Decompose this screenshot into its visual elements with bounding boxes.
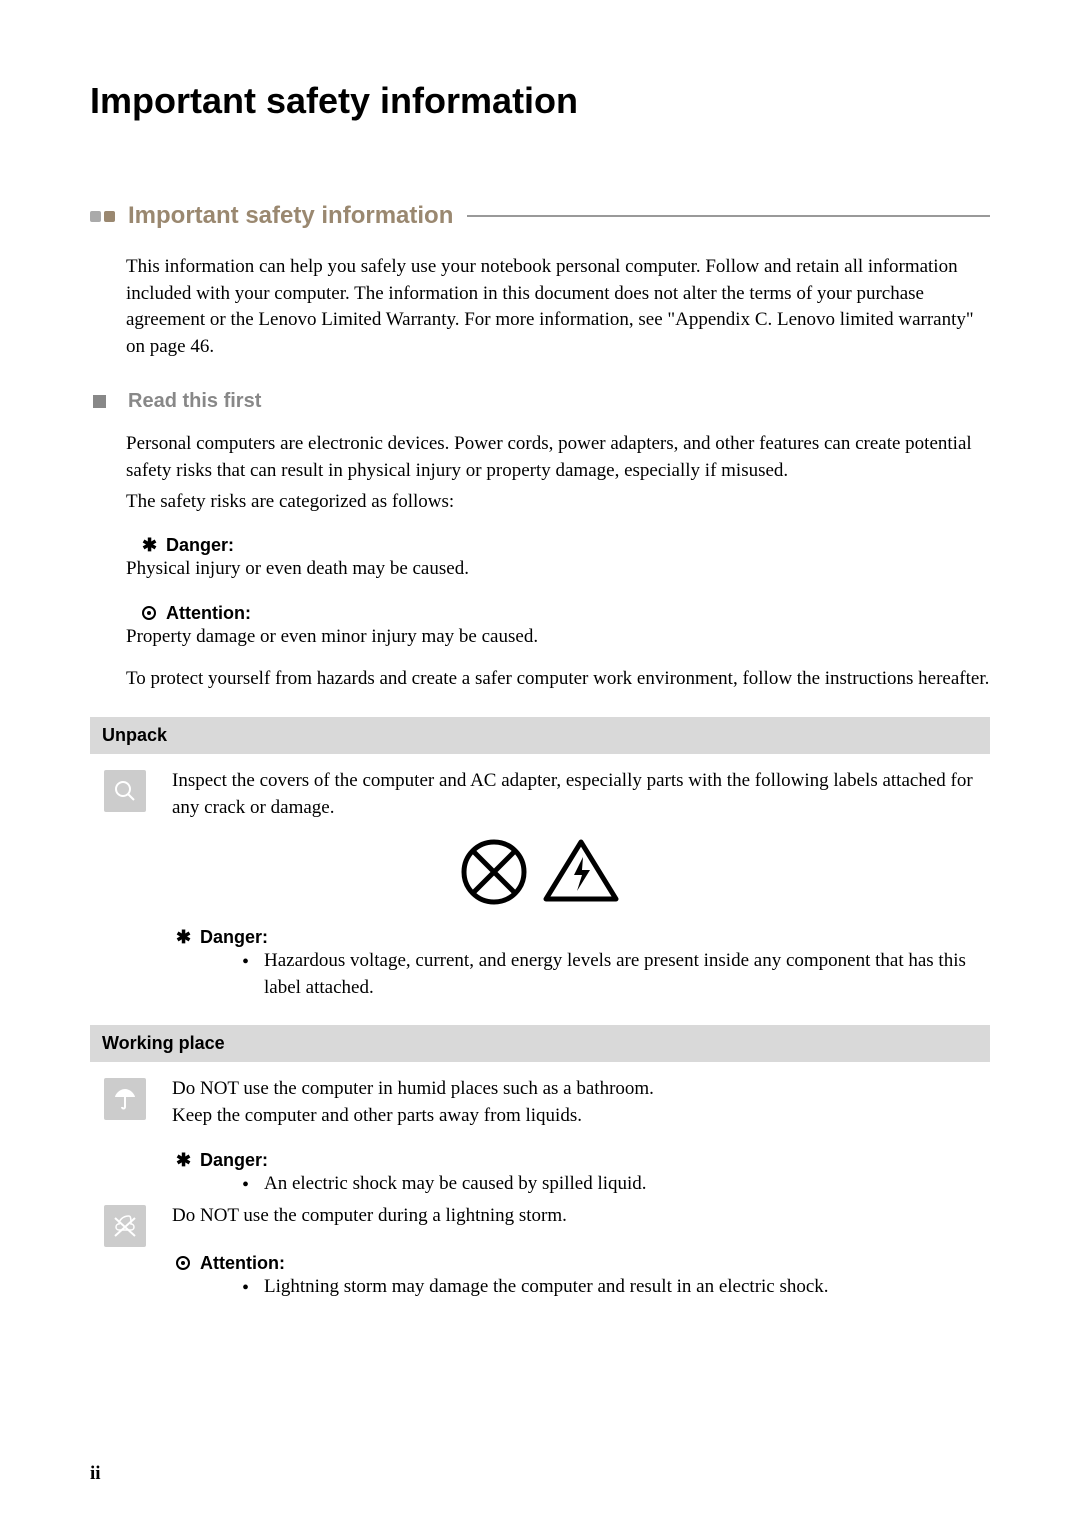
subsection-header: Read this first bbox=[90, 390, 990, 413]
unpack-heading: Unpack bbox=[90, 717, 990, 754]
bullet-item: Hazardous voltage, current, and energy l… bbox=[242, 948, 990, 1001]
paragraph: Personal computers are electronic device… bbox=[126, 431, 990, 484]
attention-text: Property damage or even minor injury may… bbox=[126, 624, 990, 651]
page-title: Important safety information bbox=[90, 80, 990, 122]
unpack-text: Inspect the covers of the computer and A… bbox=[172, 768, 990, 821]
paragraph: To protect yourself from hazards and cre… bbox=[126, 666, 990, 693]
electric-warning-icon bbox=[541, 837, 621, 907]
bullet-item: An electric shock may be caused by spill… bbox=[242, 1171, 990, 1198]
bullet-icon bbox=[93, 395, 106, 408]
circle-dot-icon bbox=[176, 1256, 190, 1270]
magnifier-icon bbox=[104, 770, 146, 812]
intro-paragraph: This information can help you safely use… bbox=[126, 254, 990, 360]
paragraph: The safety risks are categorized as foll… bbox=[126, 489, 990, 516]
page-number: ii bbox=[90, 1463, 101, 1485]
working-place-heading: Working place bbox=[90, 1025, 990, 1062]
subsection-title: Read this first bbox=[128, 390, 261, 413]
umbrella-icon bbox=[104, 1078, 146, 1120]
star-icon: ✱ bbox=[142, 536, 157, 554]
working-text: Keep the computer and other parts away f… bbox=[172, 1103, 990, 1130]
danger-label: ✱ Danger: bbox=[166, 535, 990, 556]
bullet-icon bbox=[104, 211, 115, 222]
danger-label: ✱ Danger: bbox=[200, 927, 990, 948]
bullet-icon bbox=[90, 211, 101, 222]
danger-label: ✱ Danger: bbox=[200, 1150, 990, 1171]
bullet-item: Lightning storm may damage the computer … bbox=[242, 1274, 990, 1301]
prohibition-icon bbox=[459, 837, 529, 907]
circle-dot-icon bbox=[142, 606, 156, 620]
working-text: Do NOT use the computer during a lightni… bbox=[172, 1203, 990, 1230]
no-lightning-icon bbox=[104, 1205, 146, 1247]
attention-label: Attention: bbox=[166, 603, 990, 624]
working-text: Do NOT use the computer in humid places … bbox=[172, 1076, 990, 1103]
attention-label: Attention: bbox=[200, 1253, 990, 1274]
danger-text: Physical injury or even death may be cau… bbox=[126, 556, 990, 583]
star-icon: ✱ bbox=[176, 1151, 191, 1169]
section-header: Important safety information bbox=[90, 202, 990, 230]
section-title: Important safety information bbox=[128, 202, 453, 230]
star-icon: ✱ bbox=[176, 928, 191, 946]
hazard-symbols bbox=[90, 837, 990, 907]
divider bbox=[467, 215, 990, 217]
